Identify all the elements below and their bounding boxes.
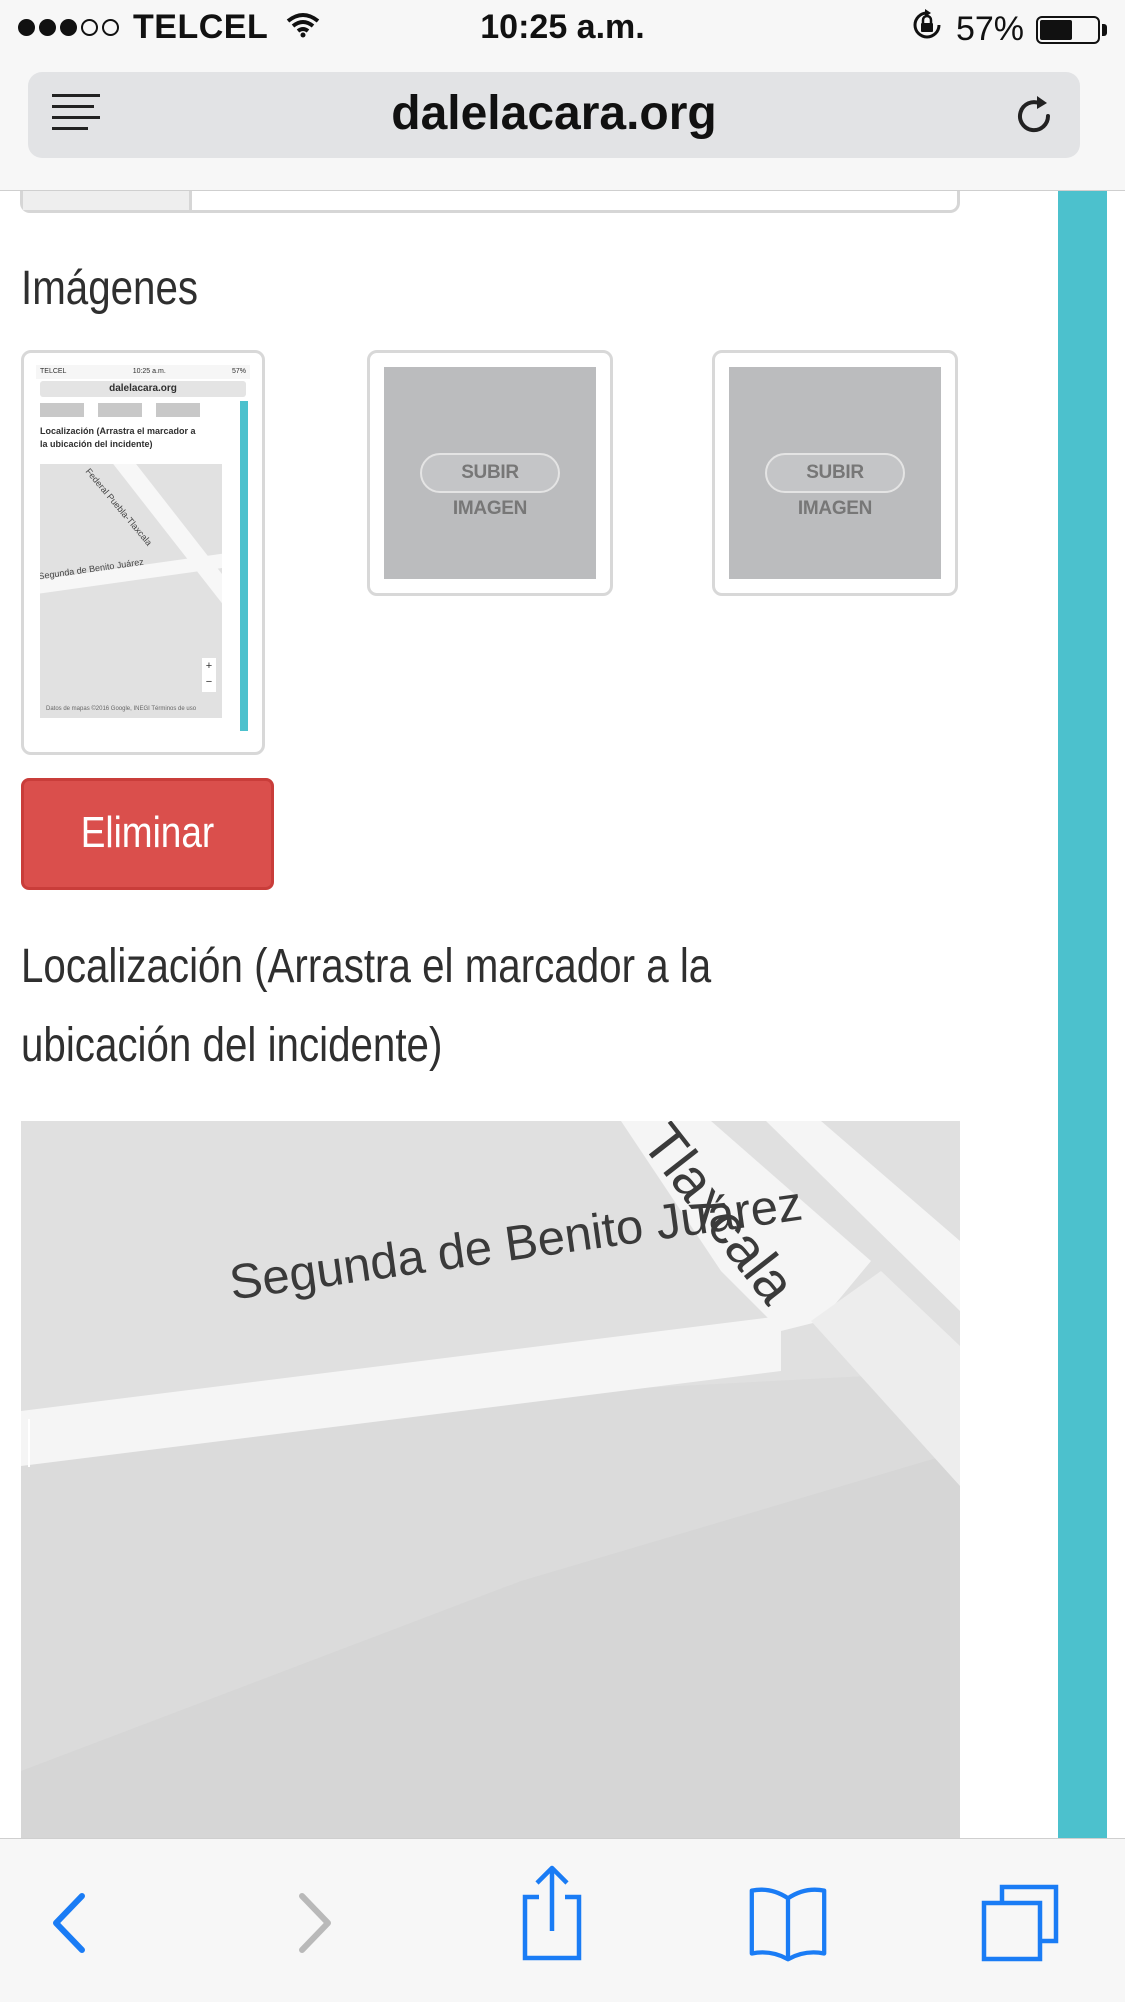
preview-map-footer: Datos de mapas ©2016 Google, INEGI Térmi… [46,706,197,712]
delete-button-label: Eliminar [80,808,215,857]
location-title-line-2: ubicación del incidente) [21,1019,443,1072]
image-slot-3[interactable]: SUBIR IMAGEN [712,350,958,596]
bookmarks-button[interactable] [748,1883,828,1963]
preview-status-bar: TELCEL 10:25 a.m. 57% [36,365,250,379]
preview-url: dalelacara.org [40,381,246,397]
battery-fill [1040,19,1072,40]
image-placeholder: SUBIR IMAGEN [384,367,596,579]
battery-icon [1036,15,1107,44]
back-button[interactable] [32,1883,112,1963]
preview-time: 10:25 a.m. [132,368,166,375]
preview-carrier: TELCEL [40,368,67,375]
upload-image-button[interactable]: SUBIR IMAGEN [765,453,905,519]
bookmarks-icon [749,1887,827,1962]
preview-map: Segunda de Benito Juárez Federal Puebla-… [40,464,222,718]
image-slot-2[interactable]: SUBIR IMAGEN [367,350,613,596]
address-bar[interactable]: dalelacara.org [28,72,1080,158]
orientation-lock-icon [910,8,944,51]
share-icon [522,1865,582,1961]
sidebar-accent-strip [1058,191,1107,1839]
chevron-left-icon [53,1893,85,1953]
tabs-button[interactable] [980,1883,1060,1963]
status-bar: TELCEL 10:25 a.m. 57% [0,0,1125,62]
page-content: Imágenes TELCEL 10:25 a.m. 57% dalelacar… [0,191,1125,1839]
image-thumbnail-1[interactable]: TELCEL 10:25 a.m. 57% dalelacara.org Loc… [21,350,265,755]
chevron-right-icon [299,1893,331,1953]
location-map[interactable]: Segunda de Benito Juárez Tlaxcala [21,1121,960,1839]
upload-image-button[interactable]: SUBIR IMAGEN [420,453,560,519]
uploaded-screenshot-preview: TELCEL 10:25 a.m. 57% dalelacara.org Loc… [36,365,250,740]
reload-icon[interactable] [1010,92,1058,140]
tabs-icon [981,1884,1059,1962]
image-placeholder: SUBIR IMAGEN [729,367,941,579]
status-right: 57% [910,8,1107,51]
preview-caption: Localización (Arrastra el marcador a la … [40,426,196,449]
battery-percent: 57% [955,10,1024,48]
preview-zoom-control: + − [202,658,216,692]
location-title-line-1: Localización (Arrastra el marcador a la [21,940,712,993]
browser-header: dalelacara.org [0,62,1125,191]
previous-input-field[interactable] [20,191,960,213]
url-text[interactable]: dalelacara.org [28,86,1080,141]
browser-toolbar [0,1838,1125,2002]
preview-tabs [36,399,250,421]
preview-battery: 57% [231,368,246,375]
share-button[interactable] [512,1865,592,1961]
images-section-title: Imágenes [21,262,199,315]
location-section-title: Localización (Arrastra el marcador a la … [21,927,711,1085]
delete-image-button[interactable]: Eliminar [21,778,274,890]
preview-teal-strip [240,401,248,731]
input-addon [23,191,192,210]
forward-button[interactable] [272,1883,352,1963]
